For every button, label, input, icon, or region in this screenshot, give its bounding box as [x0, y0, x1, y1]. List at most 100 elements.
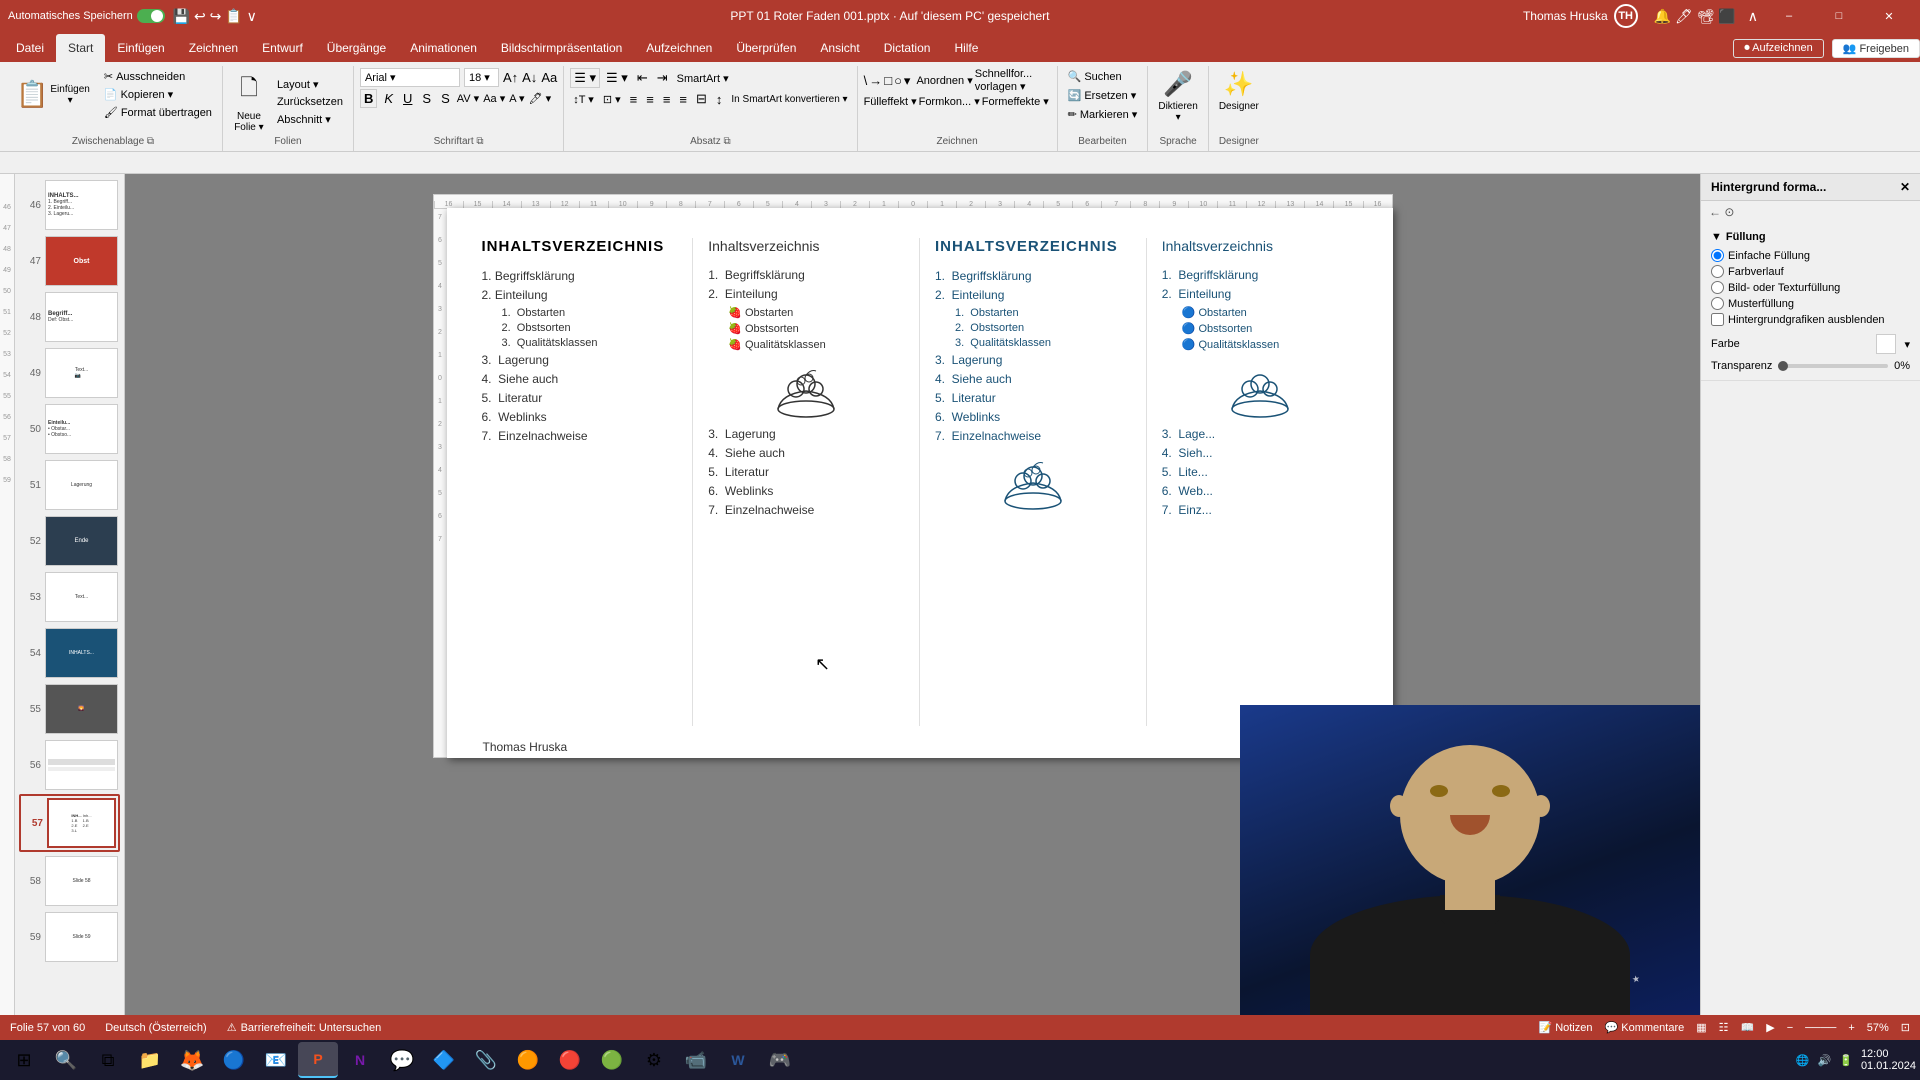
task-view-button[interactable]: ⧉: [88, 1042, 128, 1078]
font-family-select[interactable]: Arial ▾: [360, 68, 460, 87]
slide-thumb-47[interactable]: 47 Obst: [19, 234, 120, 288]
fuellung-title[interactable]: ▼ Füllung: [1711, 231, 1910, 243]
freigeben-button[interactable]: 👥 Freigeben: [1832, 39, 1920, 58]
tab-dictation[interactable]: Dictation: [872, 34, 943, 62]
quick-styles-button[interactable]: Schnellfor...vorlagen ▾: [975, 68, 1032, 93]
canvas-area[interactable]: 16 15 14 13 12 11 10 9 8 7 6 5 4 3 2 1 0…: [125, 174, 1700, 1015]
format-transfer-button[interactable]: 🖌Format übertragen: [100, 104, 216, 121]
shape-rect[interactable]: □: [884, 73, 892, 88]
aufzeichnen-button[interactable]: ⏺ Aufzeichnen: [1733, 39, 1824, 58]
slide-thumb-46[interactable]: 46 INHALTS... 1. Begriff... 2. Einteilu.…: [19, 178, 120, 232]
decrease-font-button[interactable]: A↓: [522, 70, 537, 85]
slide-thumb-55[interactable]: 55 🌄: [19, 682, 120, 736]
effect-button[interactable]: Formeffekte ▾: [982, 95, 1049, 108]
diktieren-button[interactable]: 🎤 Diktieren▾: [1154, 68, 1201, 125]
shape-line[interactable]: \: [864, 73, 868, 88]
col-button[interactable]: ⊟: [693, 90, 710, 108]
font-color-button[interactable]: A ▾: [509, 92, 524, 105]
word-button[interactable]: W: [718, 1042, 758, 1078]
panel-back[interactable]: ← ⊙: [1701, 201, 1920, 223]
tab-datei[interactable]: Datei: [4, 34, 56, 62]
close-button[interactable]: ✕: [1866, 0, 1912, 32]
app-btn-3[interactable]: 🟠: [508, 1042, 548, 1078]
suchen-button[interactable]: 🔍 Suchen: [1064, 68, 1142, 85]
app-btn-2[interactable]: 📎: [466, 1042, 506, 1078]
bold-button[interactable]: B: [360, 89, 377, 108]
zuruecksetzen-button[interactable]: Zurücksetzen: [273, 94, 347, 110]
fit-slide-button[interactable]: ⊡: [1901, 1021, 1910, 1034]
game-button[interactable]: 🎮: [760, 1042, 800, 1078]
slide-thumb-51[interactable]: 51 Lagerung: [19, 458, 120, 512]
slide-thumb-49[interactable]: 49 Text... 📷: [19, 346, 120, 400]
shape-more[interactable]: ▾: [904, 73, 911, 89]
outline-button[interactable]: Formkon... ▾: [919, 95, 980, 108]
align-center-button[interactable]: ≡: [643, 91, 657, 108]
layout-button[interactable]: Layout ▾: [273, 76, 347, 93]
video-app-button[interactable]: 📹: [676, 1042, 716, 1078]
textdir-button[interactable]: ↕T ▾: [570, 92, 597, 107]
app-btn-5[interactable]: 🟢: [592, 1042, 632, 1078]
slide-thumb-48[interactable]: 48 Begriff... Def: Obst...: [19, 290, 120, 344]
highlight-button[interactable]: 🖊 ▾: [529, 92, 552, 105]
cut-button[interactable]: ✂Ausschneiden: [100, 68, 216, 85]
view-reading[interactable]: 📖: [1741, 1021, 1755, 1034]
checkbox-hintergrund[interactable]: Hintergrundgrafiken ausblenden: [1711, 313, 1910, 326]
ribbon-toggle[interactable]: ∧: [1748, 8, 1758, 25]
network-icon[interactable]: 🌐: [1796, 1054, 1810, 1067]
maximize-button[interactable]: □: [1816, 0, 1862, 32]
increase-indent-button[interactable]: ⇥: [654, 69, 671, 87]
align-left-button[interactable]: ≡: [627, 91, 641, 108]
transparency-slider[interactable]: [1778, 364, 1888, 368]
tab-bildschirm[interactable]: Bildschirmpräsentation: [489, 34, 634, 62]
app-btn-1[interactable]: 🔷: [424, 1042, 464, 1078]
neue-folie-button[interactable]: 🗋 NeueFolie ▾: [229, 69, 269, 135]
search-button[interactable]: 🔍: [46, 1042, 86, 1078]
view-outline[interactable]: ☷: [1719, 1021, 1729, 1034]
decrease-indent-button[interactable]: ⇤: [634, 69, 651, 87]
zoom-out-button[interactable]: −: [1787, 1022, 1793, 1034]
tab-einfuegen[interactable]: Einfügen: [105, 34, 176, 62]
slide-thumb-56[interactable]: 56: [19, 738, 120, 792]
shape-oval[interactable]: ○: [894, 73, 902, 88]
designer-button[interactable]: ✨ Designer: [1215, 68, 1263, 114]
char-spacing-button[interactable]: AV ▾: [457, 92, 479, 105]
align-right-button[interactable]: ≡: [660, 91, 674, 108]
view-slideshow[interactable]: ▶: [1766, 1021, 1774, 1034]
firefox-button[interactable]: 🦊: [172, 1042, 212, 1078]
linespace-button[interactable]: ↕: [713, 91, 726, 108]
minimize-button[interactable]: –: [1766, 0, 1812, 32]
increase-font-button[interactable]: A↑: [503, 70, 518, 85]
textalign-button[interactable]: ⊡ ▾: [600, 92, 624, 107]
comments-button[interactable]: 💬 Kommentare: [1605, 1021, 1685, 1034]
radio-einfache-fuellung[interactable]: Einfache Füllung: [1711, 249, 1910, 262]
tab-start[interactable]: Start: [56, 34, 105, 62]
tab-uebergaenge[interactable]: Übergänge: [315, 34, 398, 62]
italic-button[interactable]: K: [381, 90, 396, 107]
explorer-button[interactable]: 📁: [130, 1042, 170, 1078]
onenote-button[interactable]: N: [340, 1042, 380, 1078]
copy-button[interactable]: 📄Kopieren ▾: [100, 86, 216, 103]
fill-button[interactable]: Fülleffekt ▾: [864, 95, 917, 108]
slide-thumb-54[interactable]: 54 INHALTS...: [19, 626, 120, 680]
zoom-slider[interactable]: ────: [1805, 1022, 1836, 1034]
paste-button[interactable]: 📋 Einfügen ▾: [10, 75, 96, 114]
app-btn-6[interactable]: ⚙: [634, 1042, 674, 1078]
volume-icon[interactable]: 🔊: [1818, 1054, 1832, 1067]
slide-thumb-58[interactable]: 58 Slide 58: [19, 854, 120, 908]
mail-button[interactable]: 📧: [256, 1042, 296, 1078]
radio-bild-textur[interactable]: Bild- oder Texturfüllung: [1711, 281, 1910, 294]
list-bullet-button[interactable]: ☰ ▾: [570, 68, 600, 88]
shape-arrow[interactable]: →: [869, 73, 882, 88]
arrange-button[interactable]: Anordnen ▾: [916, 74, 972, 87]
underline-button[interactable]: U: [400, 90, 415, 107]
tab-aufzeichnen[interactable]: Aufzeichnen: [634, 34, 724, 62]
abschnitt-button[interactable]: Abschnitt ▾: [273, 111, 347, 128]
clear-format-button[interactable]: Aa: [541, 70, 557, 85]
notes-button[interactable]: 📝 Notizen: [1538, 1021, 1592, 1034]
tab-ueberpruefen[interactable]: Überprüfen: [724, 34, 808, 62]
teams-button[interactable]: 💬: [382, 1042, 422, 1078]
ersetzen-button[interactable]: 🔄 Ersetzen ▾: [1064, 87, 1142, 104]
slide[interactable]: INHALTSVERZEICHNIS 1. Begriffsklärung 2.…: [447, 208, 1393, 758]
strikethrough-button[interactable]: S: [419, 90, 434, 107]
tab-animationen[interactable]: Animationen: [398, 34, 489, 62]
